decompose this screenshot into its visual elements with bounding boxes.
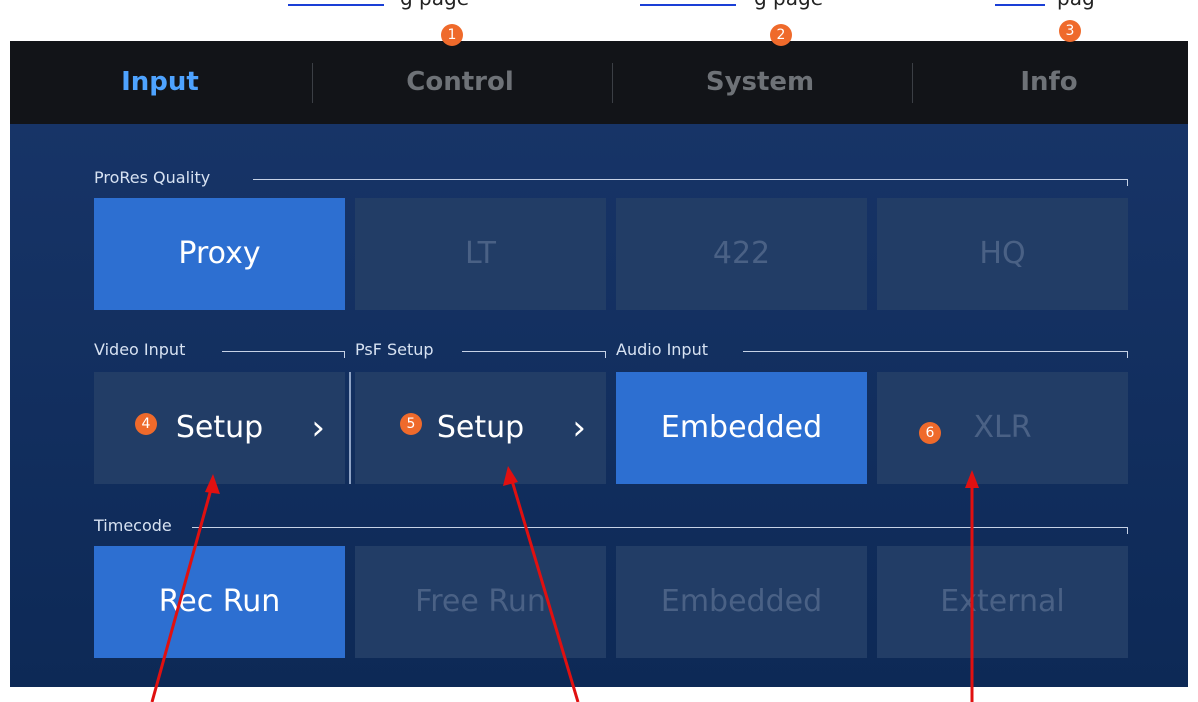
annotation-arrows [150, 466, 979, 702]
annotation-arrow [150, 474, 220, 702]
annotation-arrow [965, 470, 979, 702]
annotation-arrow [503, 466, 580, 702]
